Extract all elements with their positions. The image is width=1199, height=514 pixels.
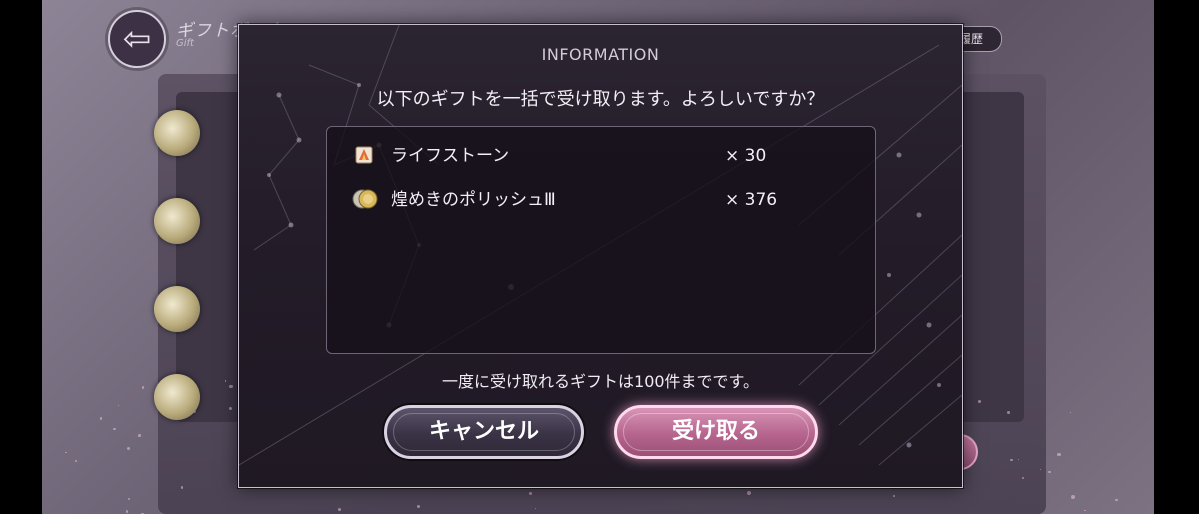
sparkle-dot xyxy=(1010,458,1013,462)
sparkle-dot xyxy=(1057,453,1061,457)
dialog-title: INFORMATION xyxy=(541,45,660,64)
sparkle-dot xyxy=(127,498,130,501)
sparkle-dot xyxy=(137,434,141,437)
sparkle-dot xyxy=(142,386,145,389)
page-subtitle: Gift xyxy=(176,38,194,49)
sparkle-dot xyxy=(1115,498,1118,502)
sparkle-dot xyxy=(416,504,421,508)
sparkle-dot xyxy=(127,446,130,450)
list-item: 煌めきのポリッシュⅢ × 376 xyxy=(327,185,875,215)
back-arrow-icon: ⇦ xyxy=(122,19,152,59)
information-dialog: INFORMATION 以下のギフトを一括で受け取ります。よろしいですか？ ライ… xyxy=(238,24,963,488)
sparkle-dot xyxy=(180,486,184,489)
sparkle-dot xyxy=(1007,410,1011,414)
item-name: ライフストーン xyxy=(391,146,510,166)
back-button[interactable]: ⇦ xyxy=(108,10,166,68)
gift-item-icon xyxy=(154,110,200,156)
sparkle-dot xyxy=(99,417,103,420)
sparkle-dot xyxy=(224,380,227,382)
sparkle-dot xyxy=(529,492,532,495)
sparkle-dot xyxy=(1084,509,1086,512)
dialog-message: 以下のギフトを一括で受け取ります。よろしいですか？ xyxy=(376,89,825,110)
sparkle-dot xyxy=(117,404,120,407)
item-name: 煌めきのポリッシュⅢ xyxy=(391,190,556,210)
sparkle-dot xyxy=(1070,495,1075,500)
receive-button-label: 受け取る xyxy=(671,419,760,444)
gift-item-icon xyxy=(154,374,200,420)
list-item: ライフストーン × 30 xyxy=(327,141,875,171)
gift-item-icon xyxy=(154,286,200,332)
cancel-button[interactable]: キャンセル xyxy=(384,405,584,459)
cancel-button-label: キャンセル xyxy=(428,419,539,444)
receive-button[interactable]: 受け取る xyxy=(614,405,818,459)
sparkle-dot xyxy=(65,451,67,454)
gift-item-icon xyxy=(154,198,200,244)
sparkle-dot xyxy=(113,427,116,431)
sparkle-dot xyxy=(1070,411,1072,414)
sparkle-dot xyxy=(892,495,895,497)
sparkle-dot xyxy=(1048,470,1051,474)
dialog-note: 一度に受け取れるギフトは100件までです。 xyxy=(442,372,759,391)
sparkle-dot xyxy=(125,510,129,513)
sparkle-dot xyxy=(1021,476,1024,480)
polish-coin-icon xyxy=(352,189,378,209)
life-stone-icon xyxy=(355,146,373,164)
sparkle-dot xyxy=(74,460,77,463)
item-quantity: × 376 xyxy=(725,190,778,210)
item-list: ライフストーン × 30 煌めきのポリッシュⅢ × 376 xyxy=(326,126,876,354)
screen: ⇦ ギフトボックス Gift け取り履歴 取り xyxy=(0,0,1199,514)
item-quantity: × 30 xyxy=(725,146,767,166)
sparkle-dot xyxy=(229,406,233,410)
